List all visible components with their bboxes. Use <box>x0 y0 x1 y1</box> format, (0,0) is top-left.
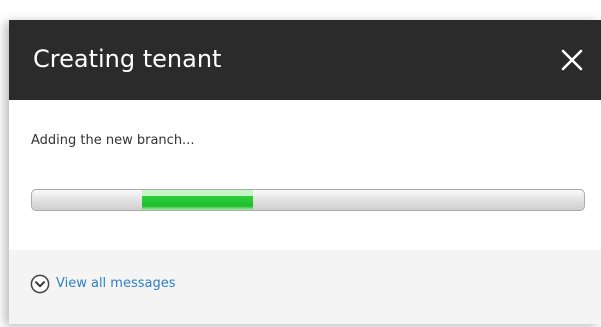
close-icon[interactable] <box>555 43 589 77</box>
dialog-footer: View all messages <box>9 250 601 324</box>
progress-bar-fill <box>142 190 253 210</box>
chevron-down-circle-icon[interactable] <box>30 274 50 294</box>
view-all-messages-label[interactable]: View all messages <box>56 275 176 293</box>
dialog-title: Creating tenant <box>33 45 222 73</box>
status-text: Adding the new branch... <box>31 133 195 148</box>
progress-bar <box>31 189 585 211</box>
close-button[interactable] <box>555 43 589 77</box>
dialog-body: Adding the new branch... <box>9 100 601 250</box>
creating-tenant-dialog: Creating tenant Adding the new branch...… <box>9 20 601 324</box>
dialog-titlebar: Creating tenant <box>9 20 601 100</box>
view-all-messages-link[interactable]: View all messages <box>30 273 176 295</box>
